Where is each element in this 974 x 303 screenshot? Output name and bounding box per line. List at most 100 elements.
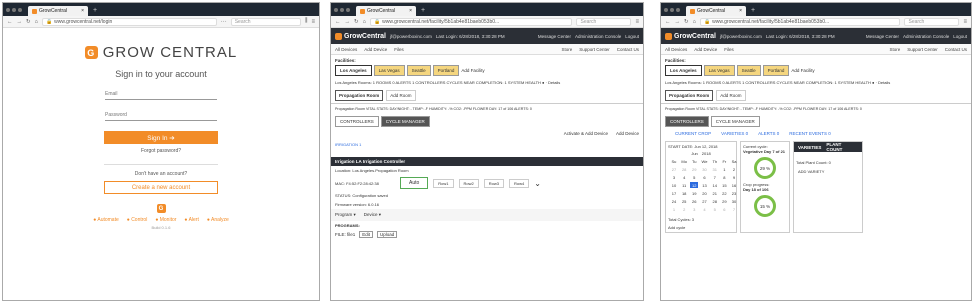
calendar-day[interactable]: 28 (680, 166, 689, 172)
files-link[interactable]: Files (724, 47, 734, 52)
month-select[interactable]: Jun (691, 151, 697, 156)
admin-console-link[interactable]: Administration Console (575, 34, 621, 39)
browser-tab[interactable]: GrowCentral × (356, 6, 416, 16)
calendar-day[interactable]: 20 (700, 190, 709, 196)
browser-tab[interactable]: GrowCentral × (686, 6, 746, 16)
add-device-link[interactable]: Add Device (364, 47, 387, 52)
password-field[interactable]: Password (105, 112, 217, 121)
calendar-day[interactable]: 6 (721, 206, 728, 212)
calendar-day[interactable]: 3 (690, 206, 698, 212)
calendar-day[interactable]: 16 (730, 182, 738, 188)
activate-device-button[interactable]: Activate & Add Device (564, 131, 608, 136)
row-toggle[interactable]: Row4 (509, 178, 530, 188)
room-tab[interactable]: Propagation Room (665, 90, 714, 101)
reload-icon[interactable]: ↻ (684, 19, 689, 25)
calendar-day[interactable]: 7 (730, 206, 738, 212)
reload-icon[interactable]: ↻ (354, 19, 359, 25)
edit-button[interactable]: Edit (359, 231, 374, 238)
add-facility-button[interactable]: Add Facility (461, 68, 484, 73)
browser-tab[interactable]: GrowCentral × (28, 6, 88, 16)
tab-cycle-manager[interactable]: CYCLE MANAGER (710, 116, 760, 127)
varieties-tab[interactable]: VARIETIES 0 (721, 131, 748, 136)
back-icon[interactable]: ← (7, 19, 13, 25)
add-facility-button[interactable]: Add Facility (791, 68, 814, 73)
facility-tab[interactable]: Seattle (406, 65, 431, 76)
contact-link[interactable]: Contact Us (945, 47, 967, 52)
alerts-tab[interactable]: ALERTS 0 (758, 131, 779, 136)
calendar-day[interactable]: 11 (680, 182, 689, 188)
calendar-day[interactable]: 1 (721, 166, 728, 172)
calendar-day[interactable]: 1 (670, 206, 678, 212)
calendar-day[interactable]: 28 (711, 198, 719, 204)
home-icon[interactable]: ⌂ (35, 19, 38, 25)
calendar-day[interactable]: 31 (711, 166, 719, 172)
calendar-day[interactable]: 7 (711, 174, 719, 180)
add-device-link[interactable]: Add Device (694, 47, 717, 52)
year-select[interactable]: 2018 (702, 151, 711, 156)
calendar-day[interactable]: 6 (700, 174, 709, 180)
logout-link[interactable]: Logout (953, 34, 967, 39)
facility-tab[interactable]: Portland (762, 65, 790, 76)
close-tab-icon[interactable]: × (409, 8, 412, 14)
recent-events-tab[interactable]: RECENT EVENTS 0 (789, 131, 830, 136)
calendar-day[interactable]: 8 (721, 174, 728, 180)
new-tab-button[interactable]: + (418, 6, 428, 16)
add-room-button[interactable]: Add Room (386, 90, 416, 101)
support-link[interactable]: Support Center (907, 47, 938, 52)
files-link[interactable]: Files (394, 47, 404, 52)
search-input[interactable]: Search (576, 17, 632, 26)
tab-controllers[interactable]: CONTROLLERS (335, 116, 379, 127)
new-tab-button[interactable]: + (748, 6, 758, 16)
facility-tab[interactable]: Portland (432, 65, 460, 76)
support-link[interactable]: Support Center (579, 47, 610, 52)
calendar-day[interactable]: 18 (680, 190, 689, 196)
calendar-day[interactable]: 26 (690, 198, 698, 204)
calendar-day[interactable]: 25 (680, 198, 689, 204)
calendar-day[interactable]: 13 (700, 182, 709, 188)
add-room-button[interactable]: Add Room (716, 90, 746, 101)
calendar-day[interactable]: 4 (700, 206, 709, 212)
calendar-day[interactable]: 22 (721, 190, 728, 196)
forward-icon[interactable]: → (675, 19, 681, 25)
menu-icon[interactable]: ≡ (963, 19, 967, 25)
calendar-day[interactable]: 21 (711, 190, 719, 196)
message-center-link[interactable]: Message Center (866, 34, 899, 39)
calendar-day[interactable]: 14 (711, 182, 719, 188)
calendar-day[interactable]: 29 (690, 166, 698, 172)
current-crop-tab[interactable]: CURRENT CROP (675, 131, 711, 136)
email-field[interactable]: Email (105, 91, 217, 100)
auto-button[interactable]: Auto (400, 177, 429, 189)
calendar-day[interactable]: 2 (680, 206, 689, 212)
calendar-day[interactable]: 5 (711, 206, 719, 212)
reload-icon[interactable]: ↻ (26, 19, 31, 25)
facility-tab[interactable]: Los Angeles (665, 65, 702, 76)
forward-icon[interactable]: → (345, 19, 351, 25)
add-cycle-button[interactable]: Add cycle (668, 225, 734, 230)
row-toggle[interactable]: Row3 (483, 178, 504, 188)
contact-link[interactable]: Contact Us (617, 47, 639, 52)
room-tab[interactable]: Propagation Room (335, 90, 384, 101)
calendar-day[interactable]: 19 (690, 190, 698, 196)
logout-link[interactable]: Logout (625, 34, 639, 39)
device-dropdown[interactable]: Device ▾ (364, 212, 381, 218)
search-input[interactable]: Search (230, 17, 301, 26)
calendar-day[interactable]: 15 (721, 182, 728, 188)
add-device-button[interactable]: Add Device (616, 131, 639, 136)
facility-tab[interactable]: Los Angeles (335, 65, 372, 76)
home-icon[interactable]: ⌂ (693, 19, 696, 25)
calendar-day[interactable]: 24 (670, 198, 678, 204)
all-devices-link[interactable]: All Devices (665, 47, 687, 52)
back-icon[interactable]: ← (665, 19, 671, 25)
program-dropdown[interactable]: Program ▾ (335, 212, 356, 218)
close-tab-icon[interactable]: × (81, 8, 84, 14)
upload-button[interactable]: Upload (377, 231, 398, 238)
close-tab-icon[interactable]: × (739, 8, 742, 14)
row-toggle[interactable]: Row2 (458, 178, 479, 188)
calendar-day[interactable]: 9 (730, 174, 738, 180)
calendar-day[interactable]: 2 (730, 166, 738, 172)
url-input[interactable]: 🔒 www.growcentral.net/facility/5b1ab4e81b… (699, 17, 901, 26)
calendar-day[interactable]: 23 (730, 190, 738, 196)
calendar-day[interactable]: 27 (670, 166, 678, 172)
row-toggle[interactable]: Row1 (433, 178, 454, 188)
more-icon[interactable]: ··· (221, 19, 227, 25)
